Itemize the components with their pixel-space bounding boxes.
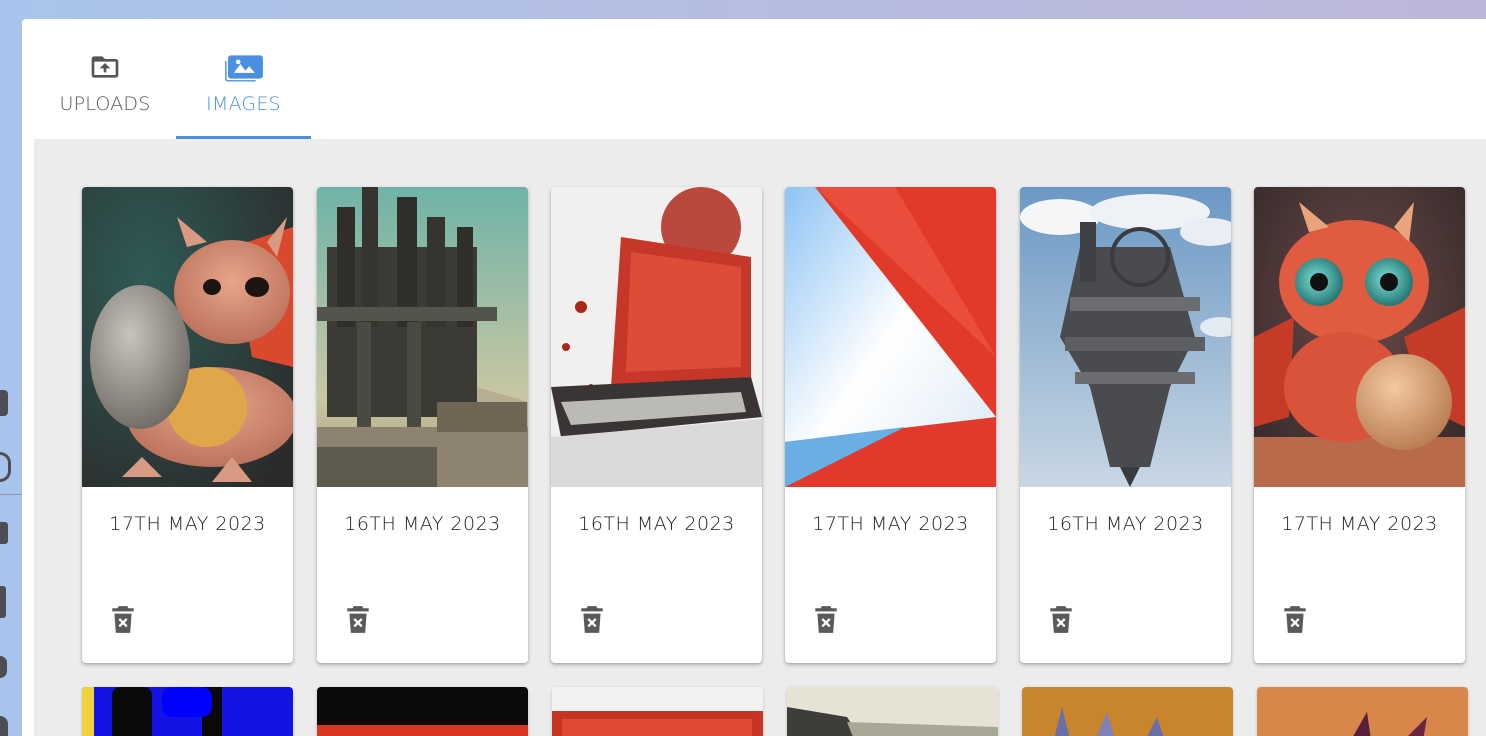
image-thumbnail[interactable] — [1020, 187, 1231, 487]
trash-x-icon — [1284, 606, 1306, 633]
media-panel: UPLOADS IMAGES 17TH MAY 2023 16TH MAY 20… — [22, 19, 1486, 736]
image-thumbnail[interactable] — [551, 187, 762, 487]
delete-button[interactable] — [579, 605, 605, 635]
image-card[interactable] — [82, 687, 293, 736]
image-thumbnail[interactable] — [787, 687, 998, 736]
sidebar-icon-fragment[interactable] — [0, 716, 8, 736]
image-card[interactable]: 16TH MAY 2023 — [1020, 187, 1231, 663]
image-thumbnail[interactable] — [1254, 187, 1465, 487]
trash-x-icon — [1050, 606, 1072, 633]
image-date: 17TH MAY 2023 — [109, 513, 266, 535]
sidebar-icon-fragment[interactable] — [0, 522, 8, 544]
image-card[interactable] — [552, 687, 763, 736]
sidebar-icon-fragment[interactable] — [0, 390, 8, 416]
image-card[interactable] — [1022, 687, 1233, 736]
trash-x-icon — [581, 606, 603, 633]
image-date: 17TH MAY 2023 — [1281, 513, 1438, 535]
image-card[interactable]: 17TH MAY 2023 — [785, 187, 996, 663]
image-card[interactable] — [787, 687, 998, 736]
image-thumbnail[interactable] — [82, 187, 293, 487]
image-date: 16TH MAY 2023 — [1047, 513, 1204, 535]
sidebar-divider — [0, 494, 22, 495]
delete-button[interactable] — [1048, 605, 1074, 635]
image-thumbnail[interactable] — [82, 687, 293, 736]
sidebar-icon-fragment[interactable] — [0, 586, 6, 618]
image-card[interactable] — [317, 687, 528, 736]
image-thumbnail[interactable] — [317, 687, 528, 736]
image-thumbnail[interactable] — [785, 187, 996, 487]
delete-button[interactable] — [110, 605, 136, 635]
tab-images-label: IMAGES — [206, 93, 281, 115]
image-gallery: 17TH MAY 2023 16TH MAY 2023 16TH MAY 202… — [34, 139, 1486, 736]
image-card[interactable]: 16TH MAY 2023 — [551, 187, 762, 663]
image-date: 16TH MAY 2023 — [344, 513, 501, 535]
delete-button[interactable] — [345, 605, 371, 635]
image-multiple-icon — [224, 51, 264, 83]
tab-uploads-label: UPLOADS — [59, 93, 151, 115]
trash-x-icon — [815, 606, 837, 633]
delete-button[interactable] — [1282, 605, 1308, 635]
sidebar-icon-fragment[interactable] — [0, 452, 11, 482]
image-card[interactable] — [1257, 687, 1468, 736]
delete-button[interactable] — [813, 605, 839, 635]
left-sidebar-edge — [0, 0, 22, 736]
image-date: 17TH MAY 2023 — [812, 513, 969, 535]
tab-bar: UPLOADS IMAGES — [22, 19, 1486, 139]
image-card[interactable]: 17TH MAY 2023 — [1254, 187, 1465, 663]
trash-x-icon — [112, 606, 134, 633]
image-card[interactable]: 17TH MAY 2023 — [82, 187, 293, 663]
image-thumbnail[interactable] — [317, 187, 528, 487]
image-thumbnail[interactable] — [552, 687, 763, 736]
trash-x-icon — [347, 606, 369, 633]
image-thumbnail[interactable] — [1022, 687, 1233, 736]
folder-upload-icon — [89, 51, 121, 83]
tab-images[interactable]: IMAGES — [176, 19, 311, 139]
image-card[interactable]: 16TH MAY 2023 — [317, 187, 528, 663]
image-thumbnail[interactable] — [1257, 687, 1468, 736]
tab-uploads[interactable]: UPLOADS — [44, 19, 166, 139]
sidebar-icon-fragment[interactable] — [0, 656, 7, 678]
image-date: 16TH MAY 2023 — [578, 513, 735, 535]
